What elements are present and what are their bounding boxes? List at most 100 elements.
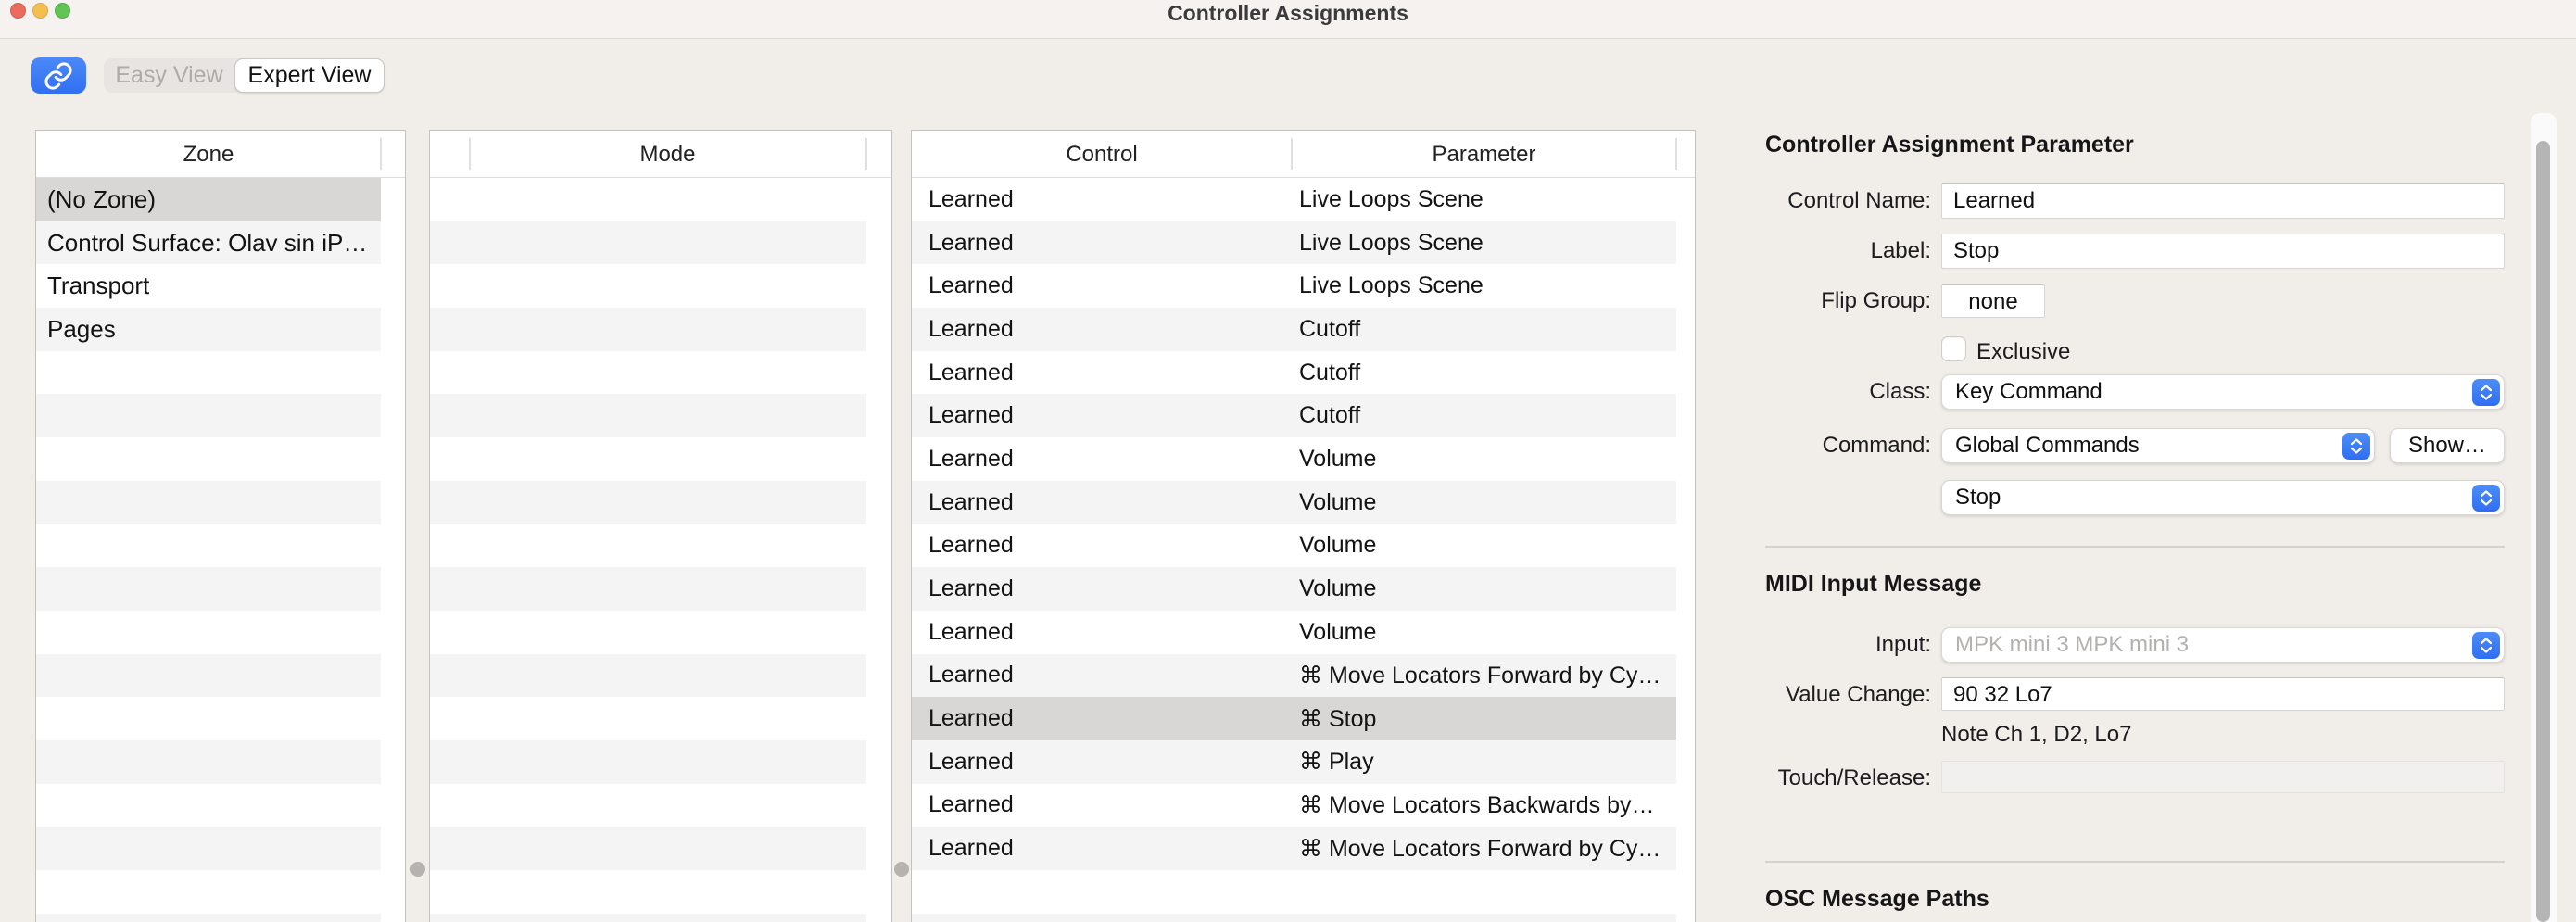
empty-table-row [912,914,1676,922]
touch-release-field[interactable] [1941,761,2505,793]
command-popup[interactable]: Global Commands [1941,428,2375,463]
panel-splitter-handle[interactable] [410,862,425,877]
empty-table-row [36,870,381,914]
zone-list-panel: Zone (No Zone)Control Surface: Olav sin … [35,130,406,922]
assignment-control-cell: Learned [912,835,1292,862]
assignment-control-cell: Learned [912,619,1292,646]
stepper-icon[interactable] [2472,632,2500,659]
table-row[interactable]: Pages [36,308,381,351]
stepper-icon[interactable] [2472,379,2500,406]
column-divider[interactable] [1675,138,1677,170]
flip-group-field[interactable]: none [1941,284,2045,318]
assignment-parameter-cell: Volume [1292,619,1676,646]
table-row[interactable]: Learned⌘ Play [912,740,1676,784]
assignment-parameter-cell: Volume [1292,489,1676,516]
assignment-parameter-cell: Volume [1292,446,1676,473]
scrollbar-track[interactable] [2531,113,2557,922]
table-row[interactable]: LearnedVolume [912,611,1676,654]
table-row[interactable]: LearnedVolume [912,437,1676,481]
value-change-field[interactable]: 90 32 Lo7 [1941,677,2505,711]
column-divider[interactable] [1291,138,1293,170]
view-mode-segmented-control: Easy View Expert View [104,58,385,93]
empty-table-row [430,178,866,221]
assignment-parameter-cell: ⌘ Move Locators Forward by Cy… [1292,662,1676,689]
assignment-parameter-cell: ⌘ Move Locators Backwards by… [1292,791,1676,819]
mode-column-header[interactable]: Mode [469,131,866,178]
class-popup[interactable]: Key Command [1941,374,2505,410]
table-row[interactable]: LearnedLive Loops Scene [912,221,1676,265]
label-field[interactable]: Stop [1941,234,2505,269]
value-change-label: Value Change: [1741,682,1931,708]
zone-column-header[interactable]: Zone [36,131,381,178]
touch-release-label: Touch/Release: [1741,765,1931,791]
easy-view-segment[interactable]: Easy View [104,58,234,93]
chain-link-icon [43,60,74,92]
table-row[interactable]: LearnedCutoff [912,351,1676,395]
table-row[interactable]: Transport [36,264,381,308]
empty-table-row [430,394,866,437]
command-label: Command: [1741,433,1931,459]
table-row[interactable]: LearnedLive Loops Scene [912,178,1676,221]
midi-input-popup[interactable]: MPK mini 3 MPK mini 3 [1941,627,2505,663]
assignment-control-cell: Learned [912,575,1292,602]
empty-table-row [430,827,866,870]
assignments-list-panel: Control Parameter LearnedLive Loops Scen… [911,130,1696,922]
stepper-icon[interactable] [2342,433,2370,460]
table-row[interactable]: LearnedVolume [912,524,1676,568]
column-divider[interactable] [380,138,382,170]
assignment-inspector: Controller Assignment Parameter Control … [1741,120,2561,922]
assignment-parameter-cell: Cutoff [1292,316,1676,343]
empty-table-row [430,611,866,654]
exclusive-checkbox[interactable] [1941,336,1966,361]
empty-table-row [430,697,866,740]
assignment-control-cell: Learned [912,489,1292,516]
table-row[interactable]: LearnedCutoff [912,308,1676,351]
assignment-parameter-cell: Live Loops Scene [1292,186,1676,213]
link-controls-button[interactable] [31,57,86,94]
expert-view-segment[interactable]: Expert View [234,58,385,93]
empty-table-row [36,827,381,870]
table-row[interactable]: LearnedCutoff [912,394,1676,437]
stepper-icon[interactable] [2472,485,2500,512]
control-name-field[interactable]: Learned [1941,183,2505,219]
empty-table-row [912,870,1676,914]
empty-table-row [36,437,381,481]
command-detail-popup[interactable]: Stop [1941,480,2505,515]
column-divider[interactable] [469,138,471,170]
assignments-list-header: Control Parameter [912,131,1695,178]
table-row[interactable]: Learned⌘ Stop [912,697,1676,740]
empty-table-row [430,784,866,827]
table-row[interactable]: Learned⌘ Move Locators Forward by Cy… [912,827,1676,870]
assignment-control-cell: Learned [912,446,1292,473]
empty-table-row [430,481,866,524]
table-row[interactable]: LearnedVolume [912,481,1676,524]
assignment-parameter-cell: Volume [1292,575,1676,602]
class-label: Class: [1741,379,1931,405]
table-row[interactable]: Learned⌘ Move Locators Forward by Cy… [912,654,1676,698]
empty-table-row [430,221,866,265]
assignment-parameter-cell: Cutoff [1292,360,1676,386]
show-command-button[interactable]: Show… [2390,428,2505,463]
table-row[interactable]: Control Surface: Olav sin iP… [36,221,381,265]
section-divider [1765,861,2505,863]
column-divider[interactable] [865,138,867,170]
empty-table-row [36,481,381,524]
assignment-control-cell: Learned [912,402,1292,429]
assignment-control-cell: Learned [912,791,1292,818]
flip-group-label: Flip Group: [1741,288,1931,314]
scrollbar-thumb[interactable] [2536,141,2550,922]
empty-table-row [430,351,866,395]
parameter-column-header[interactable]: Parameter [1292,131,1676,178]
empty-table-row [36,394,381,437]
table-row[interactable]: LearnedVolume [912,567,1676,611]
mode-list-panel: Mode [429,130,892,922]
panel-splitter-handle[interactable] [894,862,909,877]
table-row[interactable]: LearnedLive Loops Scene [912,264,1676,308]
empty-table-row [36,611,381,654]
table-row[interactable]: (No Zone) [36,178,381,221]
table-row[interactable]: Learned⌘ Move Locators Backwards by… [912,784,1676,827]
window-title: Controller Assignments [0,1,2576,26]
empty-table-row [36,914,381,922]
label-label: Label: [1741,238,1931,264]
control-column-header[interactable]: Control [912,131,1292,178]
